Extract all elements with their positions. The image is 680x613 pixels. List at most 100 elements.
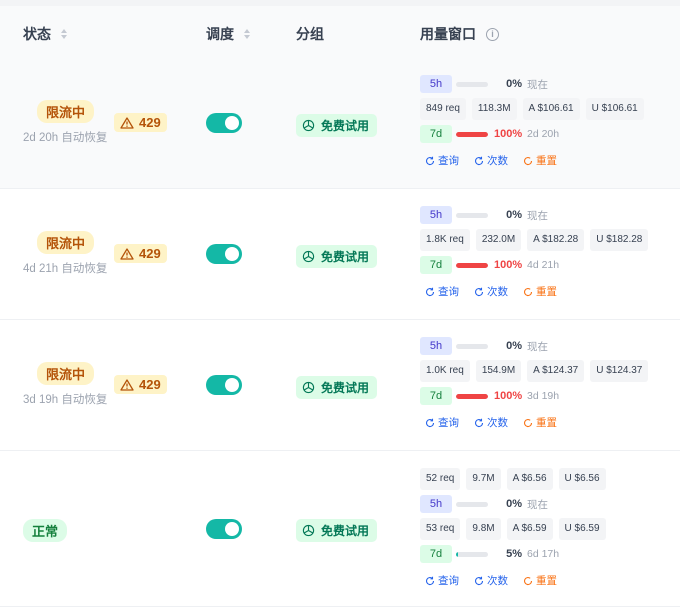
progress-fill [456,262,488,268]
request-count-chip: 849 req [420,98,466,120]
stats-line: 52 req 9.7M A $6.56 U $6.56 [420,468,612,490]
group-tag: 免费试用 [296,245,378,268]
count-button[interactable]: 次数 [474,415,508,430]
cost-a-chip: A $182.28 [527,229,585,251]
reset-time-7d: 3d 19h [527,390,560,402]
reset-button[interactable]: 重置 [523,284,557,299]
progress-bar-7d [456,551,488,557]
reset-button[interactable]: 重置 [523,153,557,168]
token-count-chip: 154.9M [475,360,522,382]
window-7d-tag: 7d [420,545,452,563]
count-button[interactable]: 次数 [474,573,508,588]
count-label: 次数 [487,155,508,167]
progress-fill [456,131,488,137]
sort-icon[interactable] [244,29,250,39]
recover-text: 4d 21h 自动恢复 [23,263,108,275]
column-header-usage: 用量窗口 i [420,24,499,44]
group-label: 免费试用 [321,524,370,538]
status-badge: 限流中 [37,100,95,123]
table-header: 状态 调度 分组 用量窗口 i [0,6,680,58]
cost-a-chip: A $6.59 [506,518,553,540]
percent-5h: 0% [506,498,522,510]
openai-icon [302,119,315,132]
query-button[interactable]: 查询 [425,415,459,430]
percent-7d: 5% [506,548,522,560]
progress-fill [456,393,488,399]
refresh-icon [426,418,435,427]
schedule-toggle[interactable] [206,519,242,539]
reset-button[interactable]: 重置 [523,573,557,588]
count-label: 次数 [487,286,508,298]
window-7d-tag: 7d [420,387,452,405]
warning-icon [120,247,134,260]
toggle-knob [225,116,239,130]
percent-7d: 100% [494,259,523,271]
count-button[interactable]: 次数 [474,153,508,168]
refresh-icon [475,156,484,165]
progress-bar-5h [456,501,488,507]
warning-icon [120,378,134,391]
refresh-icon [426,287,435,296]
reset-button[interactable]: 重置 [523,415,557,430]
cost-u-chip: U $106.61 [585,98,644,120]
rate-limit-code: 429 [139,246,161,261]
window-7d-line: 7d 100% 2d 20h [420,125,559,143]
stats-line: 849 req 118.3M A $106.61 U $106.61 [420,98,650,120]
reset-icon [524,418,533,427]
reset-icon [524,287,533,296]
group-tag: 免费试用 [296,519,378,542]
query-label: 查询 [438,155,459,167]
token-count-chip: 9.7M [466,468,501,490]
reset-icon [524,156,533,165]
window-7d-tag: 7d [420,256,452,274]
request-count-chip: 52 req [420,468,461,490]
window-7d-line: 7d 5% 6d 17h [420,545,559,563]
token-count-chip: 232.0M [475,229,522,251]
schedule-toggle[interactable] [206,375,242,395]
cost-a-chip: A $6.56 [506,468,553,490]
openai-icon [302,381,315,394]
percent-5h: 0% [506,209,522,221]
group-label: 免费试用 [321,250,370,264]
toggle-knob [225,247,239,261]
reset-label: 重置 [536,417,557,429]
table-row: 限流中 2d 20h 自动恢复 429 免费试用 5h 0% 现在 849 re… [0,58,680,189]
rate-limit-code: 429 [139,377,161,392]
window-5h-line: 5h 0% 现在 [420,206,548,224]
query-button[interactable]: 查询 [425,573,459,588]
openai-icon [302,524,315,537]
count-button[interactable]: 次数 [474,284,508,299]
column-header-group: 分组 [296,24,324,44]
window-5h-tag: 5h [420,337,452,355]
sort-icon[interactable] [61,29,67,39]
progress-bar-7d [456,262,488,268]
refresh-icon [426,576,435,585]
schedule-toggle[interactable] [206,244,242,264]
query-button[interactable]: 查询 [425,284,459,299]
column-header-schedule-label: 调度 [206,26,234,42]
column-header-schedule[interactable]: 调度 [206,24,250,44]
percent-7d: 100% [494,128,523,140]
reset-time-7d: 2d 20h [527,128,560,140]
query-label: 查询 [438,575,459,587]
toggle-knob [225,378,239,392]
token-count-chip: 9.8M [466,518,501,540]
request-count-chip: 1.0K req [420,360,470,382]
column-header-status[interactable]: 状态 [23,24,67,44]
reset-time-5h: 现在 [527,498,548,511]
query-label: 查询 [438,286,459,298]
table-row: 限流中 4d 21h 自动恢复 429 免费试用 5h 0% 现在 1.8K r… [0,189,680,320]
group-tag: 免费试用 [296,376,378,399]
query-button[interactable]: 查询 [425,153,459,168]
schedule-toggle[interactable] [206,113,242,133]
refresh-icon [475,287,484,296]
status-cell: 限流中 4d 21h 自动恢复 [23,231,107,276]
column-header-status-label: 状态 [23,26,51,42]
info-icon[interactable]: i [486,27,499,41]
column-header-usage-label: 用量窗口 [420,26,476,42]
recover-text: 3d 19h 自动恢复 [23,394,108,406]
window-5h-line: 5h 0% 现在 [420,75,548,93]
cost-a-chip: A $106.61 [522,98,580,120]
progress-bar-7d [456,131,488,137]
reset-time-5h: 现在 [527,209,548,222]
